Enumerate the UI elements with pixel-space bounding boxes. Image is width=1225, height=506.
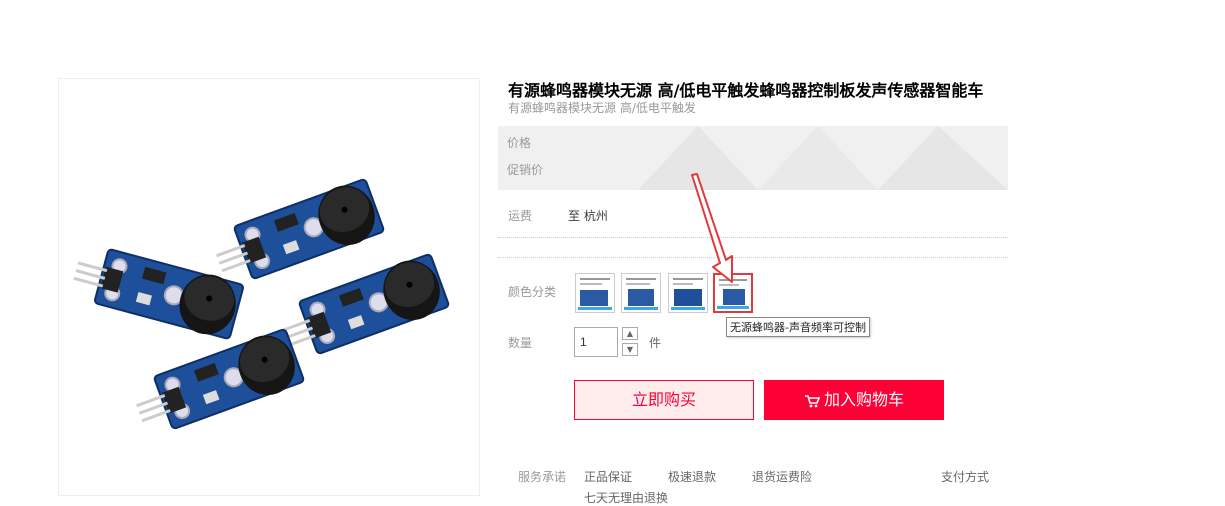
chevron-up-icon[interactable]: ▲ — [622, 327, 638, 340]
color-option-tooltip: 无源蜂鸣器-声音频率可控制 — [726, 317, 870, 337]
buy-now-label: 立即购买 — [631, 390, 696, 409]
service-promise-label: 服务承诺 — [518, 470, 567, 484]
price-label: 价格 — [507, 136, 532, 150]
quantity-unit: 件 — [649, 336, 662, 350]
divider — [498, 257, 1008, 258]
quantity-label: 数量 — [508, 336, 533, 350]
shipping-label: 运费 — [508, 209, 533, 223]
quantity-input[interactable] — [574, 327, 618, 357]
color-option-1-thumbnail — [578, 278, 612, 310]
product-title: 有源蜂鸣器模块无源 高/低电平触发蜂鸣器控制板发声传感器智能车 — [508, 81, 984, 100]
chevron-down-icon[interactable]: ▼ — [622, 343, 638, 356]
divider — [498, 237, 1008, 238]
price-panel-background — [638, 126, 1008, 190]
product-image[interactable] — [58, 78, 480, 496]
color-option-2-thumbnail — [624, 278, 658, 310]
add-to-cart-button[interactable]: 加入购物车 — [764, 380, 944, 420]
service-item[interactable]: 极速退款 — [668, 468, 716, 485]
product-subtitle: 有源蜂鸣器模块无源 高/低电平触发 — [508, 101, 696, 115]
color-option-1[interactable] — [575, 273, 615, 313]
color-option-2[interactable] — [621, 273, 661, 313]
service-item[interactable]: 正品保证 — [584, 468, 632, 485]
promo-price-label: 促销价 — [507, 163, 544, 177]
price-panel: 价格 促销价 — [498, 126, 1008, 190]
add-to-cart-label: 加入购物车 — [823, 390, 904, 409]
buy-now-button[interactable]: 立即购买 — [574, 380, 754, 420]
service-item[interactable]: 退货运费险 — [752, 468, 812, 485]
color-option-label: 颜色分类 — [508, 285, 557, 299]
shipping-destination[interactable]: 至 杭州 — [568, 207, 608, 224]
cart-icon — [804, 394, 821, 407]
annotation-arrow-icon — [691, 173, 733, 283]
payment-methods-label[interactable]: 支付方式 — [941, 468, 989, 485]
